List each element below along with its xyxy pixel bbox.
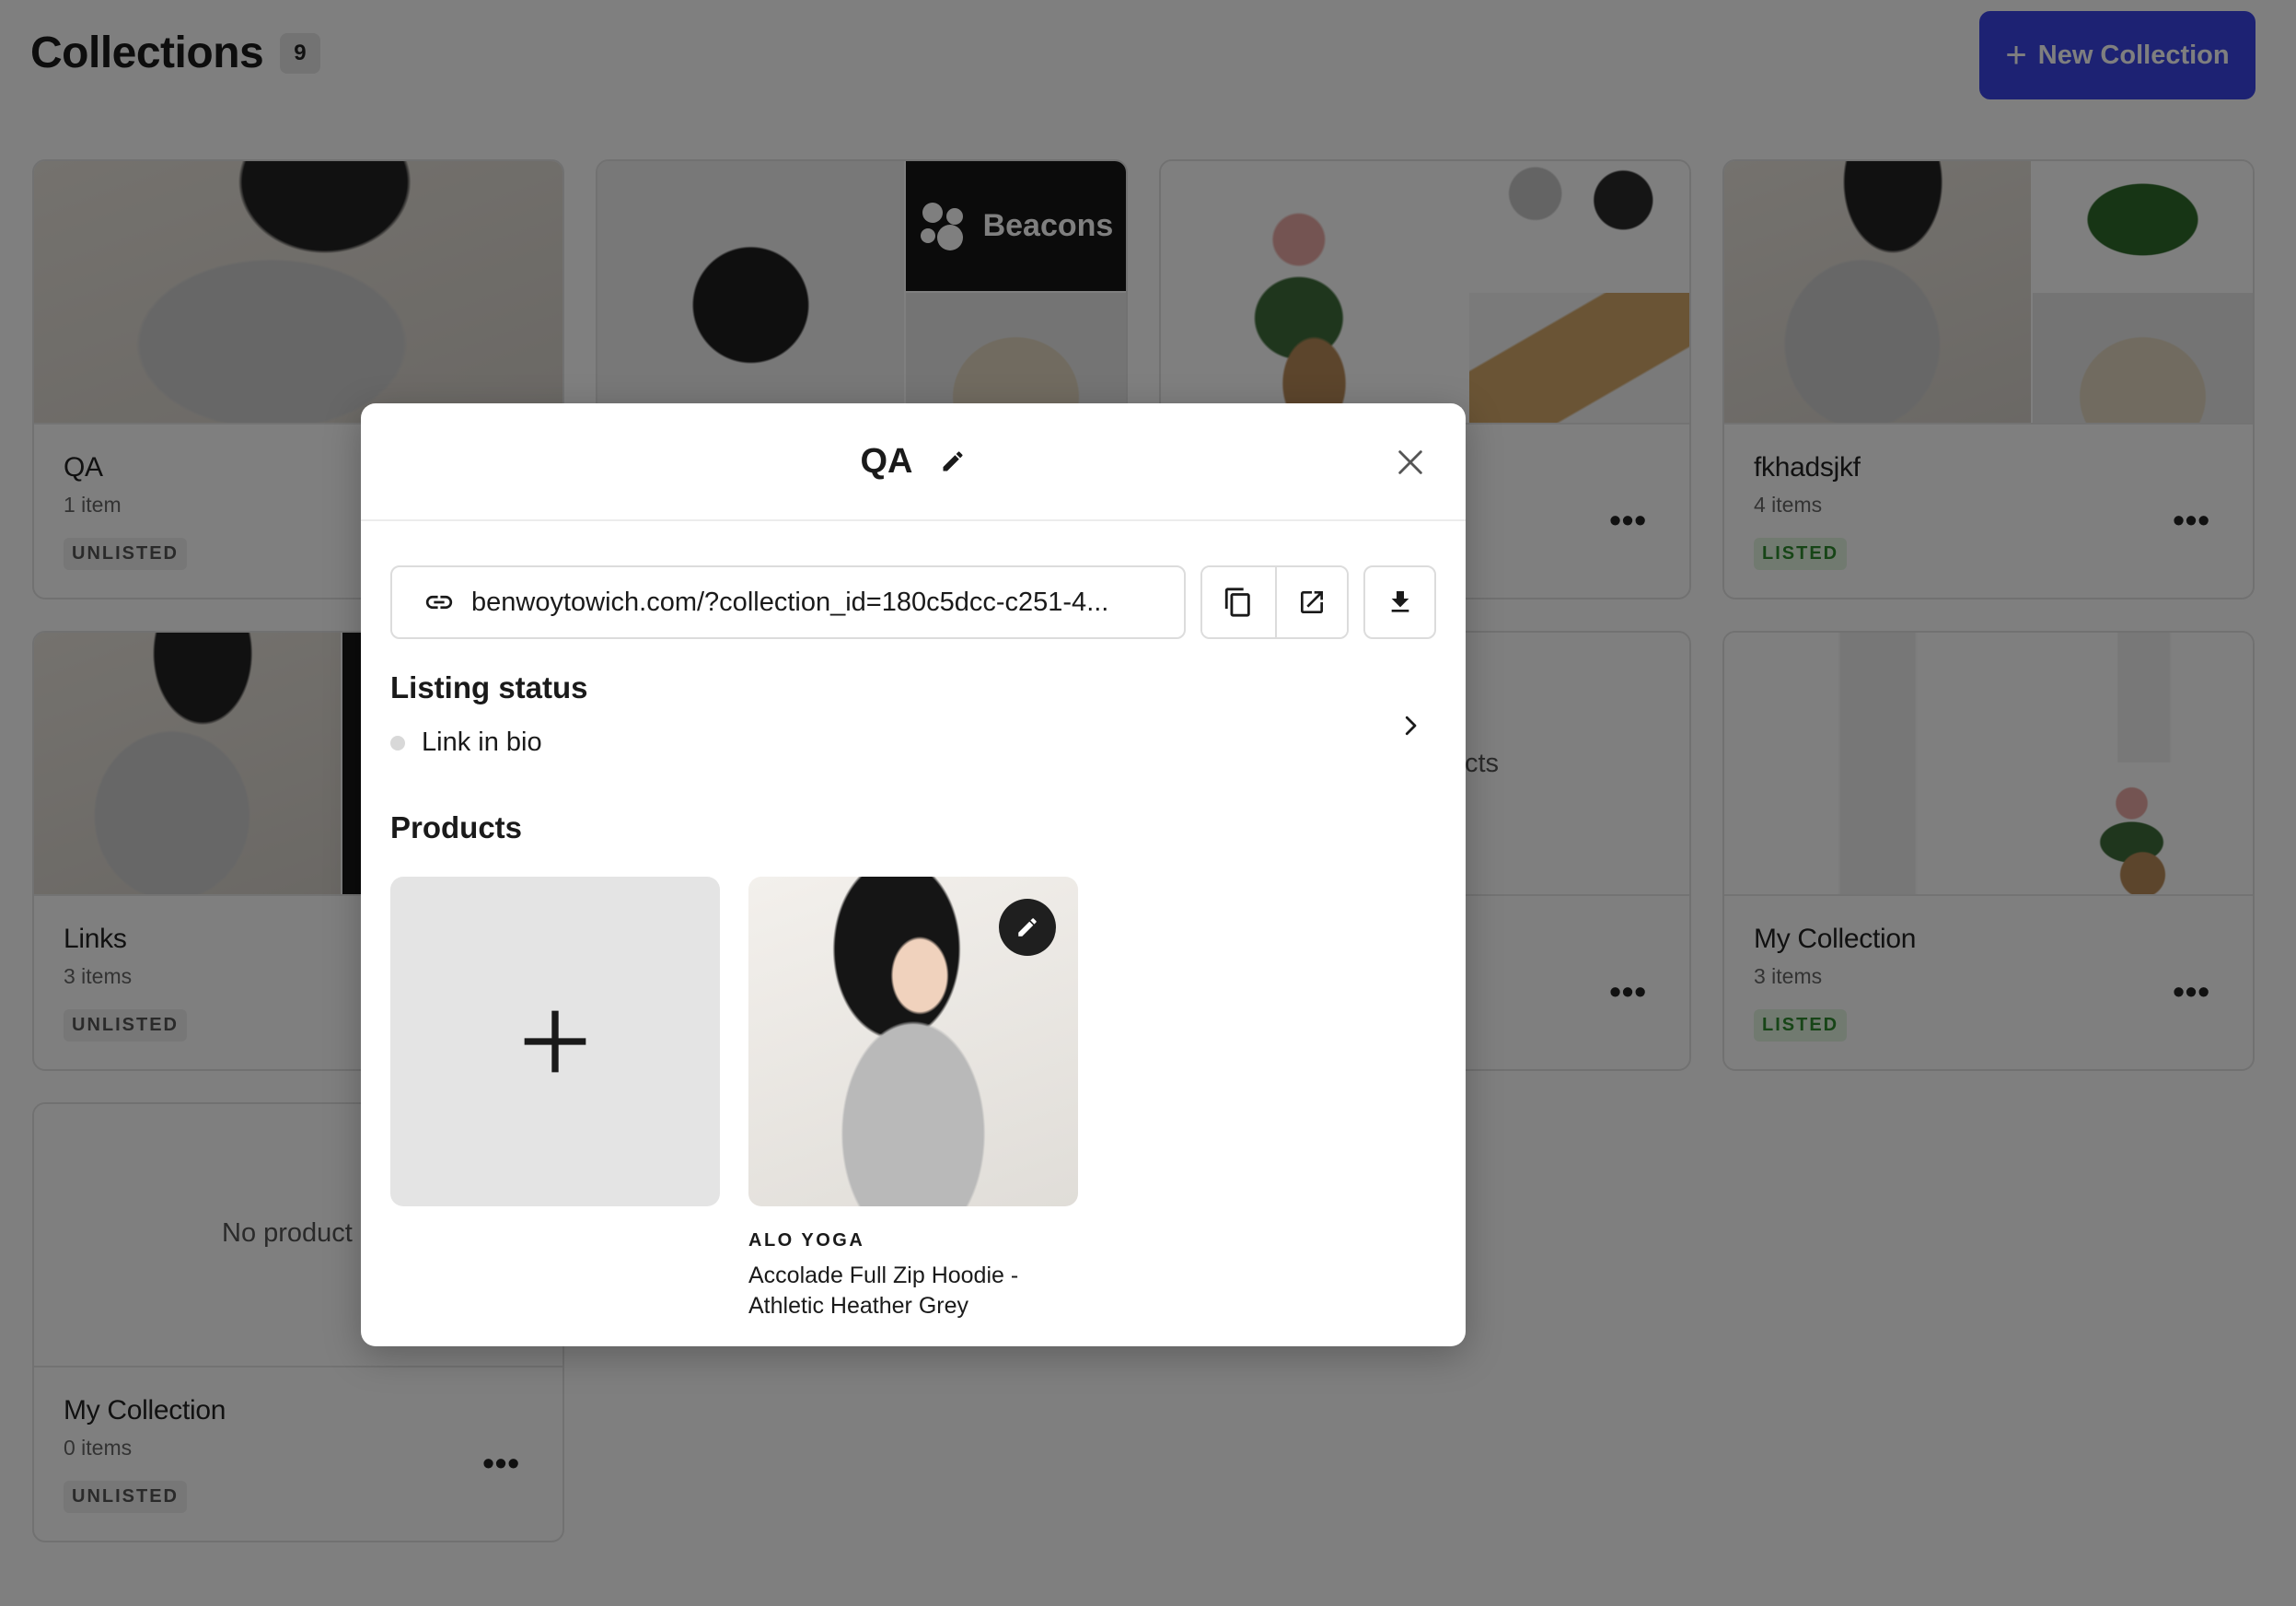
collection-url-field[interactable]: benwoytowich.com/?collection_id=180c5dcc…	[390, 565, 1186, 639]
share-link-row: benwoytowich.com/?collection_id=180c5dcc…	[390, 565, 1436, 639]
collection-modal: QA benwoytowich.com/?collection_id=180c5…	[361, 403, 1466, 1346]
listing-status-text: Link in bio	[422, 727, 542, 757]
modal-title: QA	[860, 441, 913, 481]
edit-title-button[interactable]	[939, 448, 967, 475]
close-icon	[1398, 450, 1422, 474]
pencil-icon	[1018, 918, 1037, 937]
listing-status-title: Listing status	[390, 670, 588, 704]
listing-status-row[interactable]: Listing status Link in bio	[390, 670, 1436, 781]
open-link-button[interactable]	[1274, 567, 1348, 637]
listing-status-value: Link in bio	[390, 727, 542, 758]
product-card[interactable]: ALO YOGA Accolade Full Zip Hoodie - Athl…	[748, 877, 1078, 1321]
edit-product-button[interactable]	[999, 899, 1056, 956]
plus-icon	[524, 1010, 586, 1073]
close-button[interactable]	[1392, 444, 1429, 481]
download-icon	[1391, 591, 1409, 612]
add-product-button[interactable]	[390, 877, 720, 1206]
copy-icon	[1225, 588, 1251, 617]
chevron-right-icon	[1405, 716, 1417, 736]
link-actions-group	[1200, 565, 1350, 639]
link-icon	[425, 595, 453, 610]
copy-link-button[interactable]	[1202, 567, 1275, 637]
product-image	[748, 877, 1078, 1206]
product-name: Accolade Full Zip Hoodie - Athletic Heat…	[748, 1263, 1019, 1319]
modal-header: QA	[361, 403, 1466, 521]
download-button[interactable]	[1363, 565, 1436, 639]
collection-url-text: benwoytowich.com/?collection_id=180c5dcc…	[471, 587, 1109, 617]
status-dot-icon	[390, 735, 405, 751]
pencil-icon	[943, 451, 963, 471]
products-title: Products	[390, 810, 523, 844]
listing-status-chevron[interactable]	[1392, 707, 1429, 744]
product-brand: ALO YOGA	[748, 1230, 865, 1251]
external-link-icon	[1300, 591, 1323, 613]
